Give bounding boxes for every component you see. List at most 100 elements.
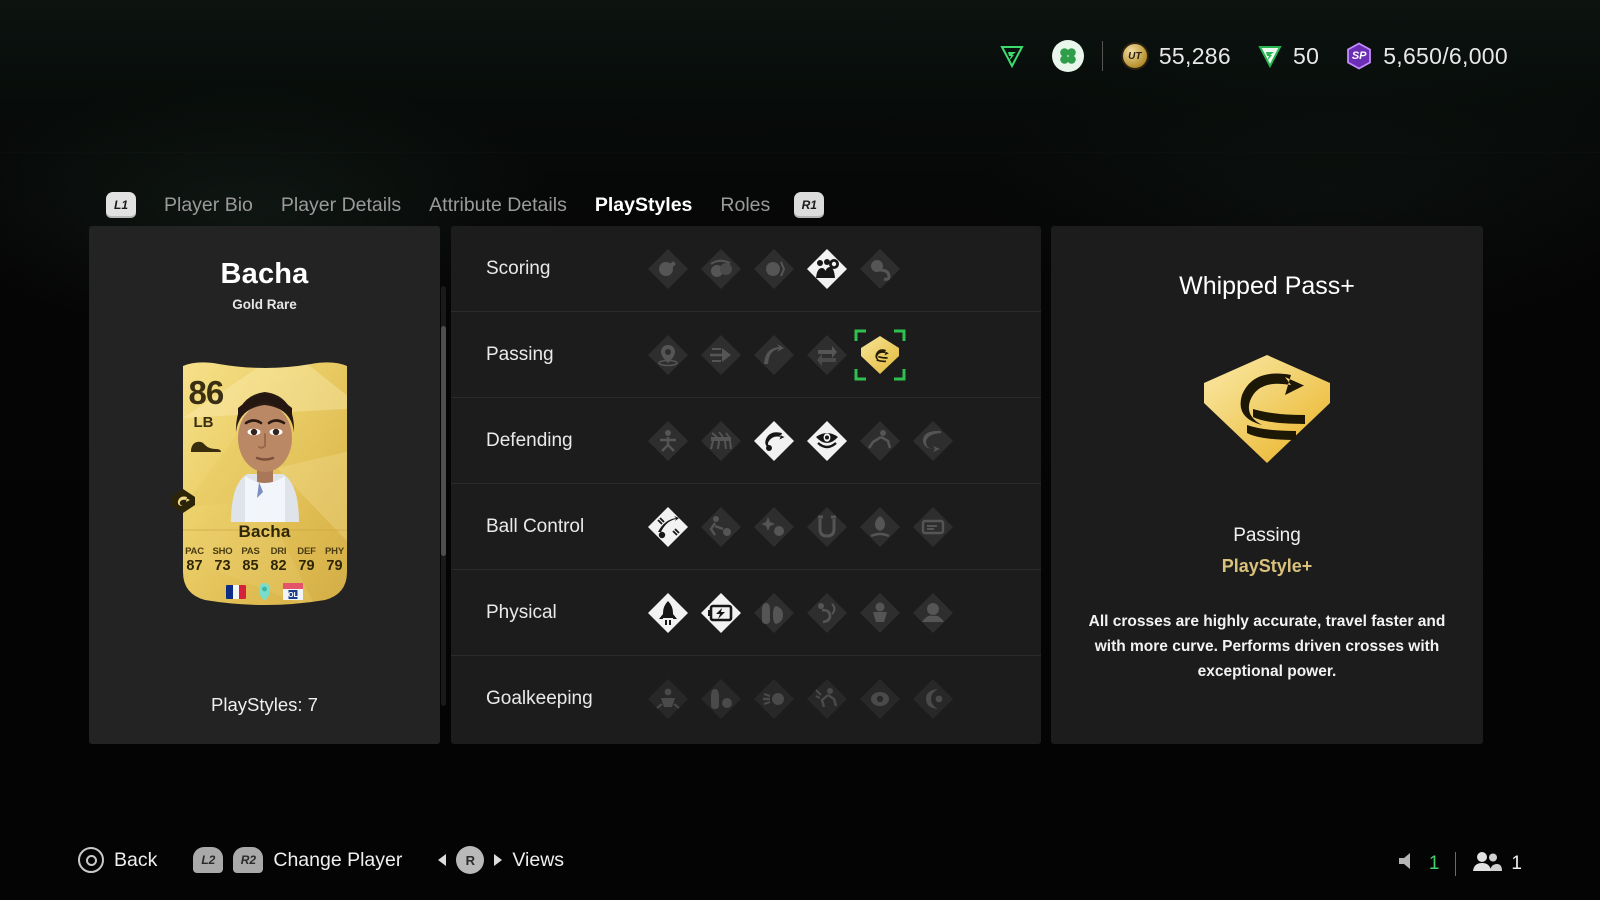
scrollbar[interactable] <box>441 286 446 706</box>
playstyle-acrobatic[interactable] <box>641 570 694 656</box>
playstyle-anticipate[interactable] <box>800 398 853 484</box>
tab-roles[interactable]: Roles <box>720 194 770 217</box>
action-change-player[interactable]: L2 R2 Change Player <box>193 847 402 873</box>
playstyle-press-proven[interactable] <box>747 484 800 570</box>
playstyle-cross-claimer[interactable] <box>694 656 747 742</box>
playstyles-grid: Scoring Passing Defending Ball Control P… <box>451 226 1041 744</box>
playstyle-relentless[interactable] <box>747 570 800 656</box>
playstyle-power-header[interactable] <box>853 226 906 312</box>
tab-player-details[interactable]: Player Details <box>281 194 401 217</box>
tab-attribute-details[interactable]: Attribute Details <box>429 194 567 217</box>
playstyle-rush-out[interactable] <box>747 656 800 742</box>
fc-points-icon <box>1257 43 1283 69</box>
playstyle-far-reach[interactable] <box>800 656 853 742</box>
r2-trigger-icon: R2 <box>233 847 264 873</box>
player-card[interactable]: 86 LB Bacha PAC 87 SHO 73 PAS 85 DRI 82 … <box>167 358 363 610</box>
tab-player-bio[interactable]: Player Bio <box>164 194 253 217</box>
players-count: 1 <box>1511 852 1522 874</box>
status-icons <box>998 40 1084 72</box>
playstyle-dead-ball[interactable] <box>800 226 853 312</box>
playstyle-block[interactable] <box>641 398 694 484</box>
stat-def: DEF 79 <box>297 546 316 574</box>
playstyle-jockey[interactable] <box>906 398 959 484</box>
france-flag-icon <box>226 584 246 599</box>
action-views[interactable]: R Views <box>438 846 564 874</box>
l2-trigger-icon: L2 <box>193 847 224 873</box>
playstyle-trivela[interactable] <box>800 570 853 656</box>
fc-points-value: 50 <box>1293 42 1320 69</box>
left-arrow-icon <box>438 854 447 866</box>
playstyle-first-touch[interactable] <box>641 484 694 570</box>
playstyle-tiki-taka[interactable] <box>800 312 853 398</box>
season-points-icon: SP <box>1345 42 1373 70</box>
right-bumper-icon[interactable]: R1 <box>794 192 825 218</box>
background-divider <box>0 152 1600 153</box>
league-badge-icon <box>259 583 270 600</box>
playstyle-incisive-pass[interactable] <box>694 312 747 398</box>
playstyle-flair[interactable] <box>694 484 747 570</box>
playstyle-chip-shot[interactable] <box>694 226 747 312</box>
playstyle-intercept[interactable] <box>747 398 800 484</box>
playstyles-count: PlayStyles: 7 <box>211 694 318 715</box>
boot-icon <box>190 441 221 452</box>
row-label-passing: Passing <box>486 343 554 365</box>
playstyle-quick-step[interactable] <box>694 570 747 656</box>
playstyle-row-goalkeeping: Goalkeeping <box>451 656 1041 742</box>
playstyle-footwork[interactable] <box>641 656 694 742</box>
card-badges: OL <box>167 582 363 601</box>
tab-playstyles[interactable]: PlayStyles <box>595 194 693 217</box>
season-points-value: 5,650/6,000 <box>1383 42 1508 69</box>
playstyle-long-throw[interactable] <box>853 570 906 656</box>
row-label-goalkeeping: Goalkeeping <box>486 688 593 709</box>
playstyle-long-ball-pass[interactable] <box>747 312 800 398</box>
whipped-pass-plus-large-icon <box>1199 353 1335 465</box>
playstyle-far-throw[interactable] <box>853 656 906 742</box>
playstyle-power-shot[interactable] <box>747 226 800 312</box>
stat-pac: PAC 87 <box>185 546 204 574</box>
action-change-player-label: Change Player <box>273 848 403 871</box>
action-back[interactable]: Back <box>78 847 157 873</box>
playstyle-slide-tackle[interactable] <box>853 398 906 484</box>
playstyle-aerial[interactable] <box>906 570 959 656</box>
olympique-lyonnais-badge-icon: OL <box>283 583 303 600</box>
currency-cluster: UT 55,286 50 SP 5,650/6,000 <box>998 40 1508 72</box>
card-stats: PAC 87 SHO 73 PAS 85 DRI 82 DEF 79 PHY 7… <box>181 546 349 574</box>
playstyle-row-defending: Defending <box>451 398 1041 484</box>
playstyle-row-physical: Physical <box>451 570 1041 656</box>
detail-title: Whipped Pass+ <box>1179 272 1355 300</box>
scrollbar-thumb[interactable] <box>441 326 446 556</box>
stat-pas: PAS 85 <box>241 546 260 574</box>
playstyle-trickster[interactable] <box>906 484 959 570</box>
stat-phy: PHY 79 <box>325 546 344 574</box>
stat-sho: SHO 73 <box>212 546 233 574</box>
row-label-defending: Defending <box>486 429 573 451</box>
players-icon <box>1472 850 1503 877</box>
card-position: LB <box>193 414 214 431</box>
row-label-physical: Physical <box>486 601 557 623</box>
evolution-triangle-icon <box>998 42 1026 70</box>
svg-text:OL: OL <box>288 592 298 599</box>
detail-description: All crosses are highly accurate, travel … <box>1088 613 1446 681</box>
right-stick-icon: R <box>456 846 485 874</box>
divider <box>1101 41 1103 71</box>
player-name: Bacha <box>220 258 309 290</box>
playstyle-rapid[interactable] <box>800 484 853 570</box>
playstyle-plus-chip-icon <box>170 489 195 513</box>
player-summary-panel: Bacha Gold Rare 86 LB Bacha PAC 87 SHO 7… <box>89 226 440 744</box>
main-content: Bacha Gold Rare 86 LB Bacha PAC 87 SHO 7… <box>89 226 1483 744</box>
clover-icon <box>1051 40 1084 72</box>
card-player-name: Bacha <box>238 522 291 541</box>
playstyle-whipped-pass-plus[interactable] <box>853 312 906 398</box>
tab-bar: L1 Player Bio Player Details Attribute D… <box>106 192 825 218</box>
audio-count: 1 <box>1428 852 1440 874</box>
stat-dri: DRI 82 <box>270 546 287 574</box>
playstyle-pinged-pass[interactable] <box>641 312 694 398</box>
currency-coins: UT 55,286 50 SP 5,650/6,000 <box>1120 42 1508 70</box>
playstyle-finesse-shot[interactable] <box>641 226 694 312</box>
playstyle-technical[interactable] <box>853 484 906 570</box>
circle-button-icon <box>78 847 104 873</box>
left-bumper-icon[interactable]: L1 <box>106 192 136 218</box>
playstyle-bruiser[interactable] <box>694 398 747 484</box>
playstyle-deflector[interactable] <box>906 656 959 742</box>
playstyle-detail-panel: Whipped Pass+ Passing PlayStyle+ All cro… <box>1051 226 1483 744</box>
